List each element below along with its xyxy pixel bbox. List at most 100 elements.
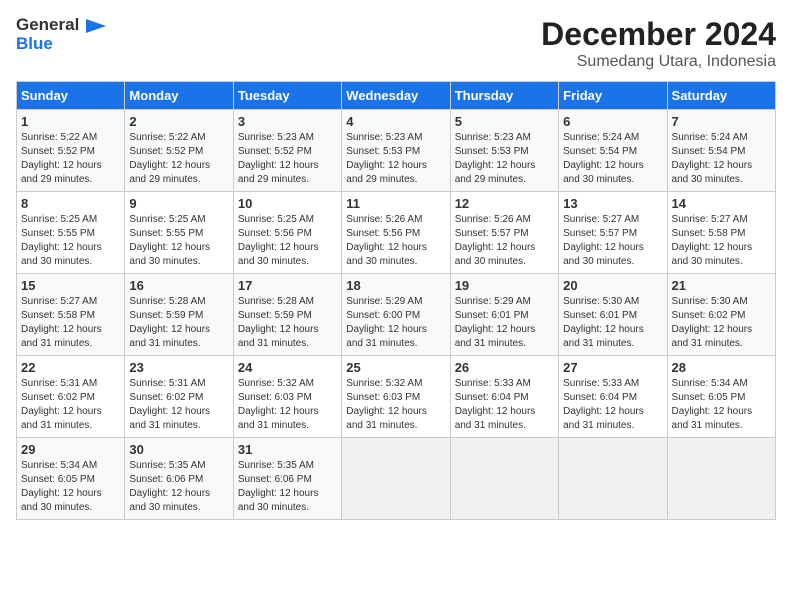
cell-info: Sunrise: 5:27 AM Sunset: 5:57 PM Dayligh… <box>563 213 662 269</box>
day-number: 25 <box>346 360 445 375</box>
calendar-cell: 7 Sunrise: 5:24 AM Sunset: 5:54 PM Dayli… <box>667 110 775 192</box>
day-number: 22 <box>21 360 120 375</box>
cell-info: Sunrise: 5:23 AM Sunset: 5:53 PM Dayligh… <box>455 131 554 187</box>
week-row-5: 29 Sunrise: 5:34 AM Sunset: 6:05 PM Dayl… <box>17 438 776 520</box>
cell-info: Sunrise: 5:28 AM Sunset: 5:59 PM Dayligh… <box>238 295 337 351</box>
calendar-cell: 16 Sunrise: 5:28 AM Sunset: 5:59 PM Dayl… <box>125 274 233 356</box>
day-number: 5 <box>455 114 554 129</box>
calendar-cell: 10 Sunrise: 5:25 AM Sunset: 5:56 PM Dayl… <box>233 192 341 274</box>
day-number: 11 <box>346 196 445 211</box>
calendar-cell: 12 Sunrise: 5:26 AM Sunset: 5:57 PM Dayl… <box>450 192 558 274</box>
calendar-cell <box>450 438 558 520</box>
day-header-sunday: Sunday <box>17 82 125 110</box>
header: General Blue December 2024 Sumedang Utar… <box>16 16 776 71</box>
calendar-table: SundayMondayTuesdayWednesdayThursdayFrid… <box>16 81 776 520</box>
day-number: 20 <box>563 278 662 293</box>
cell-info: Sunrise: 5:25 AM Sunset: 5:56 PM Dayligh… <box>238 213 337 269</box>
cell-info: Sunrise: 5:30 AM Sunset: 6:02 PM Dayligh… <box>672 295 771 351</box>
calendar-cell: 5 Sunrise: 5:23 AM Sunset: 5:53 PM Dayli… <box>450 110 558 192</box>
cell-info: Sunrise: 5:24 AM Sunset: 5:54 PM Dayligh… <box>563 131 662 187</box>
week-row-3: 15 Sunrise: 5:27 AM Sunset: 5:58 PM Dayl… <box>17 274 776 356</box>
cell-info: Sunrise: 5:25 AM Sunset: 5:55 PM Dayligh… <box>129 213 228 269</box>
calendar-cell: 30 Sunrise: 5:35 AM Sunset: 6:06 PM Dayl… <box>125 438 233 520</box>
cell-info: Sunrise: 5:33 AM Sunset: 6:04 PM Dayligh… <box>563 377 662 433</box>
day-number: 18 <box>346 278 445 293</box>
day-number: 3 <box>238 114 337 129</box>
day-number: 2 <box>129 114 228 129</box>
logo-arrow-icon <box>86 19 106 33</box>
cell-info: Sunrise: 5:35 AM Sunset: 6:06 PM Dayligh… <box>129 459 228 515</box>
day-number: 27 <box>563 360 662 375</box>
day-number: 8 <box>21 196 120 211</box>
cell-info: Sunrise: 5:26 AM Sunset: 5:57 PM Dayligh… <box>455 213 554 269</box>
calendar-cell: 29 Sunrise: 5:34 AM Sunset: 6:05 PM Dayl… <box>17 438 125 520</box>
cell-info: Sunrise: 5:31 AM Sunset: 6:02 PM Dayligh… <box>21 377 120 433</box>
cell-info: Sunrise: 5:32 AM Sunset: 6:03 PM Dayligh… <box>238 377 337 433</box>
calendar-cell: 9 Sunrise: 5:25 AM Sunset: 5:55 PM Dayli… <box>125 192 233 274</box>
calendar-cell: 13 Sunrise: 5:27 AM Sunset: 5:57 PM Dayl… <box>559 192 667 274</box>
calendar-cell: 17 Sunrise: 5:28 AM Sunset: 5:59 PM Dayl… <box>233 274 341 356</box>
day-number: 21 <box>672 278 771 293</box>
calendar-cell: 15 Sunrise: 5:27 AM Sunset: 5:58 PM Dayl… <box>17 274 125 356</box>
cell-info: Sunrise: 5:23 AM Sunset: 5:53 PM Dayligh… <box>346 131 445 187</box>
calendar-cell: 31 Sunrise: 5:35 AM Sunset: 6:06 PM Dayl… <box>233 438 341 520</box>
logo-text: General Blue <box>16 16 106 53</box>
logo: General Blue <box>16 16 106 53</box>
week-row-2: 8 Sunrise: 5:25 AM Sunset: 5:55 PM Dayli… <box>17 192 776 274</box>
calendar-cell: 20 Sunrise: 5:30 AM Sunset: 6:01 PM Dayl… <box>559 274 667 356</box>
cell-info: Sunrise: 5:32 AM Sunset: 6:03 PM Dayligh… <box>346 377 445 433</box>
cell-info: Sunrise: 5:34 AM Sunset: 6:05 PM Dayligh… <box>21 459 120 515</box>
day-header-tuesday: Tuesday <box>233 82 341 110</box>
day-header-thursday: Thursday <box>450 82 558 110</box>
day-header-monday: Monday <box>125 82 233 110</box>
cell-info: Sunrise: 5:29 AM Sunset: 6:01 PM Dayligh… <box>455 295 554 351</box>
day-header-wednesday: Wednesday <box>342 82 450 110</box>
calendar-cell: 19 Sunrise: 5:29 AM Sunset: 6:01 PM Dayl… <box>450 274 558 356</box>
calendar-cell <box>559 438 667 520</box>
calendar-cell <box>342 438 450 520</box>
location: Sumedang Utara, Indonesia <box>541 53 776 71</box>
calendar-cell: 3 Sunrise: 5:23 AM Sunset: 5:52 PM Dayli… <box>233 110 341 192</box>
calendar-cell: 27 Sunrise: 5:33 AM Sunset: 6:04 PM Dayl… <box>559 356 667 438</box>
cell-info: Sunrise: 5:23 AM Sunset: 5:52 PM Dayligh… <box>238 131 337 187</box>
day-number: 14 <box>672 196 771 211</box>
day-number: 15 <box>21 278 120 293</box>
day-number: 28 <box>672 360 771 375</box>
cell-info: Sunrise: 5:34 AM Sunset: 6:05 PM Dayligh… <box>672 377 771 433</box>
calendar-cell: 28 Sunrise: 5:34 AM Sunset: 6:05 PM Dayl… <box>667 356 775 438</box>
day-header-friday: Friday <box>559 82 667 110</box>
day-number: 24 <box>238 360 337 375</box>
week-row-4: 22 Sunrise: 5:31 AM Sunset: 6:02 PM Dayl… <box>17 356 776 438</box>
day-number: 26 <box>455 360 554 375</box>
title-area: December 2024 Sumedang Utara, Indonesia <box>541 16 776 71</box>
cell-info: Sunrise: 5:27 AM Sunset: 5:58 PM Dayligh… <box>21 295 120 351</box>
cell-info: Sunrise: 5:27 AM Sunset: 5:58 PM Dayligh… <box>672 213 771 269</box>
calendar-cell: 23 Sunrise: 5:31 AM Sunset: 6:02 PM Dayl… <box>125 356 233 438</box>
calendar-cell: 1 Sunrise: 5:22 AM Sunset: 5:52 PM Dayli… <box>17 110 125 192</box>
day-number: 29 <box>21 442 120 457</box>
cell-info: Sunrise: 5:26 AM Sunset: 5:56 PM Dayligh… <box>346 213 445 269</box>
day-number: 23 <box>129 360 228 375</box>
calendar-cell: 25 Sunrise: 5:32 AM Sunset: 6:03 PM Dayl… <box>342 356 450 438</box>
calendar-cell: 21 Sunrise: 5:30 AM Sunset: 6:02 PM Dayl… <box>667 274 775 356</box>
day-number: 30 <box>129 442 228 457</box>
day-number: 10 <box>238 196 337 211</box>
calendar-cell: 24 Sunrise: 5:32 AM Sunset: 6:03 PM Dayl… <box>233 356 341 438</box>
cell-info: Sunrise: 5:22 AM Sunset: 5:52 PM Dayligh… <box>129 131 228 187</box>
day-number: 7 <box>672 114 771 129</box>
month-year: December 2024 <box>541 16 776 53</box>
day-number: 19 <box>455 278 554 293</box>
calendar-cell: 8 Sunrise: 5:25 AM Sunset: 5:55 PM Dayli… <box>17 192 125 274</box>
calendar-cell: 14 Sunrise: 5:27 AM Sunset: 5:58 PM Dayl… <box>667 192 775 274</box>
day-number: 13 <box>563 196 662 211</box>
calendar-cell: 4 Sunrise: 5:23 AM Sunset: 5:53 PM Dayli… <box>342 110 450 192</box>
day-number: 1 <box>21 114 120 129</box>
day-number: 6 <box>563 114 662 129</box>
calendar-cell: 22 Sunrise: 5:31 AM Sunset: 6:02 PM Dayl… <box>17 356 125 438</box>
calendar-cell <box>667 438 775 520</box>
cell-info: Sunrise: 5:22 AM Sunset: 5:52 PM Dayligh… <box>21 131 120 187</box>
cell-info: Sunrise: 5:33 AM Sunset: 6:04 PM Dayligh… <box>455 377 554 433</box>
day-number: 12 <box>455 196 554 211</box>
cell-info: Sunrise: 5:24 AM Sunset: 5:54 PM Dayligh… <box>672 131 771 187</box>
cell-info: Sunrise: 5:30 AM Sunset: 6:01 PM Dayligh… <box>563 295 662 351</box>
